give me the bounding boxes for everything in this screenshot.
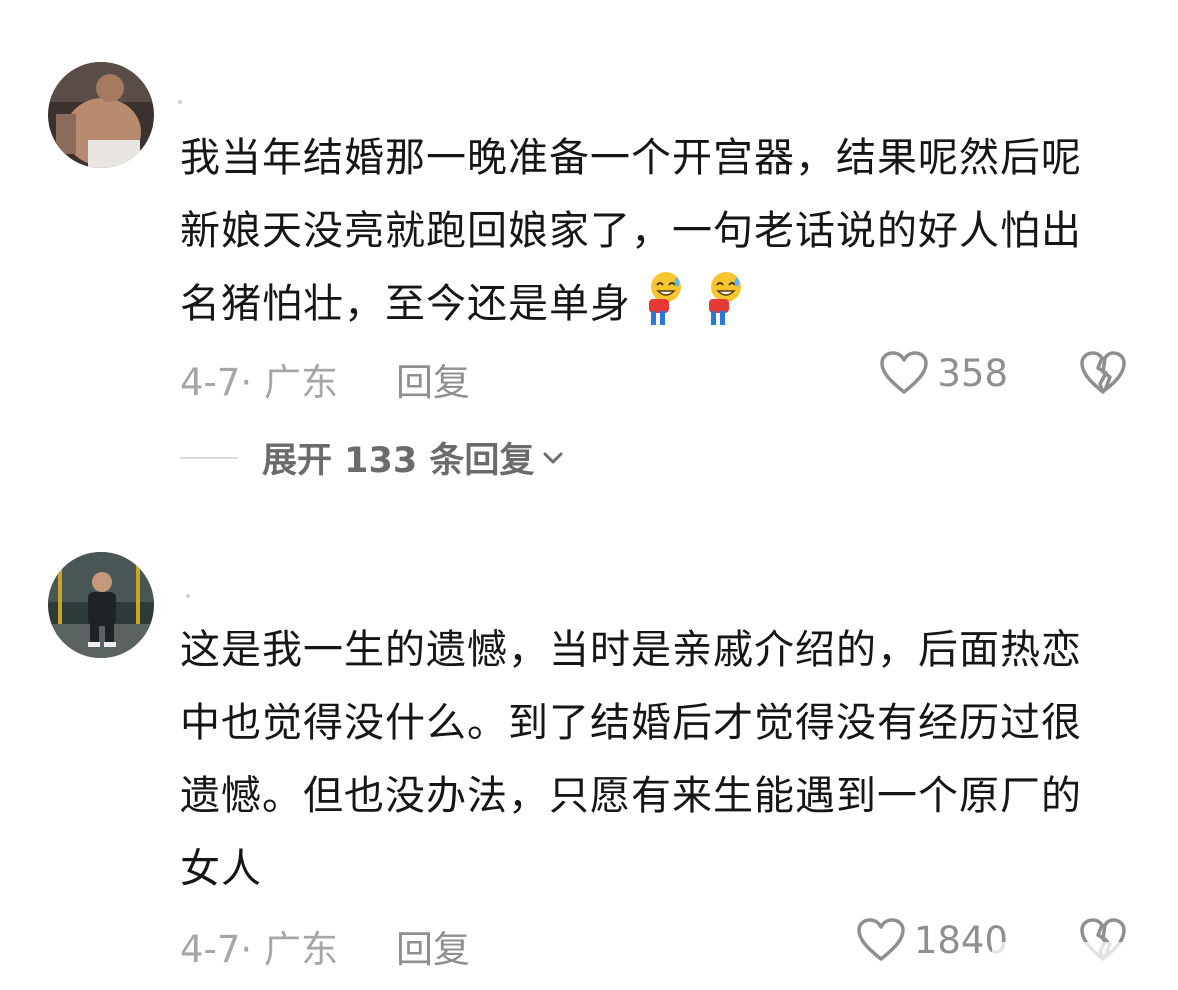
bow-sweat-emoji-icon xyxy=(649,272,681,325)
reply-button[interactable]: 回复 xyxy=(396,919,470,973)
avatar[interactable] xyxy=(48,552,154,658)
broken-heart-icon xyxy=(1080,351,1126,394)
reply-button[interactable]: 回复 xyxy=(396,352,470,406)
comment-body: 我当年结婚那一晚准备一个开宫器，结果呢然后呢新娘天没亮就跑回娘家了，一句老话说的… xyxy=(180,135,1082,327)
expand-replies-label: 展开 133 条回复 xyxy=(262,441,535,481)
comment-date-location: 4-7· 广东 xyxy=(180,361,338,404)
dislike-button[interactable] xyxy=(1079,350,1127,400)
decorative-dot xyxy=(186,594,190,598)
chevron-down-icon xyxy=(543,452,563,463)
avatar[interactable] xyxy=(48,62,154,168)
heart-outline-icon xyxy=(880,351,929,394)
expand-replies-button[interactable]: 展开 133 条回复 xyxy=(180,432,566,483)
divider-line xyxy=(180,456,238,459)
decorative-dot xyxy=(178,100,182,104)
like-button[interactable]: 358 xyxy=(879,350,1008,396)
like-count: 358 xyxy=(937,351,1008,395)
like-button[interactable]: 1840 xyxy=(856,917,1008,963)
comment-text: 我当年结婚那一晚准备一个开宫器，结果呢然后呢新娘天没亮就跑回娘家了，一句老话说的… xyxy=(180,122,1115,341)
watermark-overlay xyxy=(992,942,1172,970)
comment-date-location: 4-7· 广东 xyxy=(180,928,338,971)
comment-text: 这是我一生的遗憾，当时是亲戚介绍的，后面热恋中也觉得没什么。到了结婚后才觉得没有… xyxy=(180,614,1115,906)
comment-meta: 4-7· 广东 回复 xyxy=(180,352,470,406)
comment-body: 这是我一生的遗憾，当时是亲戚介绍的，后面热恋中也觉得没什么。到了结婚后才觉得没有… xyxy=(180,627,1082,892)
heart-outline-icon xyxy=(857,918,905,961)
bow-sweat-emoji-icon xyxy=(709,272,741,325)
comment-meta: 4-7· 广东 回复 xyxy=(180,919,470,973)
